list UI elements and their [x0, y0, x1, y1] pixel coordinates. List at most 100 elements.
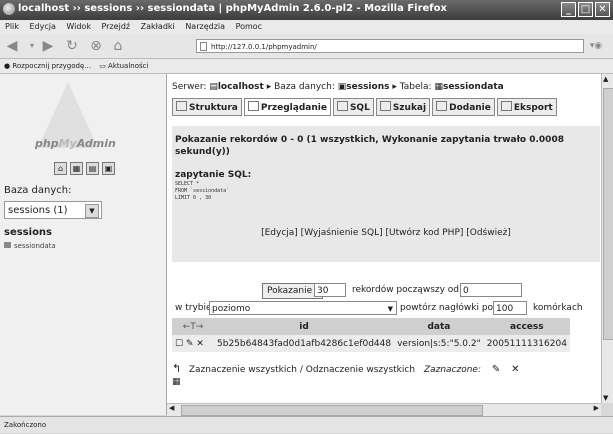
tab-browse[interactable]: Przeglądanie [243, 98, 331, 116]
edit-selected-icon[interactable]: ✎ [492, 364, 500, 375]
scroll-right-icon[interactable]: ▶ [594, 404, 599, 412]
tab-insert[interactable]: Dodanie [432, 98, 495, 116]
cell-data: version|s:5:"5.0.2" [394, 335, 484, 352]
database-name[interactable]: sessions [4, 227, 52, 238]
status-bar: Zakończono [0, 416, 613, 433]
server-icon: ▤ [209, 82, 218, 92]
scroll-down-icon[interactable]: ▼ [603, 394, 608, 402]
maximize-button[interactable]: □ [578, 2, 593, 17]
sql-query-text: SELECT * FROM `sessiondata` LIMIT 0 , 30 [175, 181, 230, 201]
bookmarks-toolbar: ● Rozpocznij przygodę... ▭ Aktualności [0, 59, 613, 74]
breadcrumb-database[interactable]: sessions [346, 82, 389, 92]
bookmark-getting-started[interactable]: ● Rozpocznij przygodę... [4, 62, 91, 70]
horizontal-scroll-thumb[interactable] [181, 405, 483, 416]
repeat-headers-input[interactable]: 100 [493, 301, 527, 315]
select-all-link[interactable]: Zaznaczenie wszystkich [189, 365, 297, 375]
rows-message: Pokazanie rekordów 0 - 0 (1 wszystkich, … [175, 135, 564, 157]
delete-icon[interactable]: ✕ [196, 339, 204, 349]
deselect-all-link[interactable]: Odznaczenie wszystkich [306, 365, 415, 375]
export-selected-icon[interactable]: ▦ [172, 377, 520, 387]
breadcrumb-table[interactable]: sessiondata [443, 82, 504, 92]
start-row-input[interactable]: 0 [460, 283, 522, 297]
chevron-right-icon: ▸ [392, 82, 397, 92]
home-icon[interactable]: ⌂ [54, 162, 67, 175]
tab-export[interactable]: Eksport [496, 98, 557, 116]
with-selected-label: Zaznaczone: [423, 365, 481, 375]
firefox-icon [3, 3, 15, 15]
forward-icon[interactable]: ▶ [40, 38, 56, 54]
arrow-up-icon: ↰ [172, 362, 182, 375]
back-icon[interactable]: ◀ [4, 38, 20, 54]
export-icon [500, 101, 512, 111]
query-action-links[interactable]: [Edycja] [Wyjaśnienie SQL] [Utwórz kod P… [172, 228, 600, 238]
close-button[interactable]: ✕ [595, 2, 610, 17]
docs-icon[interactable]: ▤ [86, 162, 99, 175]
menu-file[interactable]: Plik [5, 22, 19, 31]
reload-icon[interactable]: ↻ [64, 38, 80, 54]
row-checkbox[interactable]: ☐ [175, 339, 183, 349]
home-icon[interactable]: ⌂ [110, 38, 126, 54]
cell-access: 20051111316204 [483, 335, 570, 352]
chevron-down-icon[interactable]: ▼ [85, 204, 99, 218]
column-nav-arrows[interactable]: ←T→ [172, 318, 214, 335]
minimize-button[interactable]: _ [561, 2, 576, 17]
mode-select[interactable]: poziomo ▼ [209, 301, 397, 315]
status-text: Zakończono [4, 421, 47, 429]
sidebar-table-link[interactable]: sessiondata [4, 242, 56, 250]
window-title: localhost ›› sessions ›› sessiondata | p… [18, 3, 447, 14]
structure-icon [176, 101, 187, 111]
query-window-icon[interactable]: ▦ [70, 162, 83, 175]
row-actions: ☐ ✎ ✕ [172, 335, 214, 352]
menu-bar: Plik Edycja Widok Przejdź Zakładki Narzę… [0, 20, 613, 34]
go-icon[interactable]: ▾◉ [588, 38, 604, 54]
menu-bookmarks[interactable]: Zakładki [141, 22, 175, 31]
menu-help[interactable]: Pomoc [236, 22, 263, 31]
breadcrumb: Serwer: ▤localhost ▸ Baza danych: ▣sessi… [172, 82, 504, 92]
sql-icon [336, 101, 348, 111]
tab-search[interactable]: Szukaj [375, 98, 431, 116]
menu-edit[interactable]: Edycja [29, 22, 55, 31]
url-input[interactable]: http://127.0.0.1/phpmyadmin/ [196, 39, 584, 53]
column-header-id[interactable]: id [214, 318, 395, 335]
column-header-access[interactable]: access [483, 318, 570, 335]
delete-selected-icon[interactable]: ✕ [511, 364, 519, 375]
insert-icon [436, 101, 448, 111]
back-dropdown-icon[interactable]: ▾ [24, 38, 40, 54]
page-icon [200, 42, 207, 51]
window-title-bar: localhost ›› sessions ›› sessiondata | p… [0, 0, 613, 20]
vertical-scrollbar[interactable]: ▲ ▼ [601, 74, 613, 403]
tab-bar: Struktura Przeglądanie SQL Szukaj Dodani… [172, 98, 557, 116]
url-text: http://127.0.0.1/phpmyadmin/ [211, 43, 317, 51]
phpmyadmin-logo[interactable]: phpMyAdmin [35, 137, 116, 150]
scroll-up-icon[interactable]: ▲ [603, 75, 608, 83]
main-content: Serwer: ▤localhost ▸ Baza danych: ▣sessi… [167, 74, 601, 403]
mode-label: w trybie [175, 303, 212, 313]
horizontal-scrollbar[interactable]: ◀ ▶ [167, 403, 601, 416]
cells-label: komórkach [533, 303, 583, 313]
edit-icon[interactable]: ✎ [186, 339, 194, 349]
table-header-row: ←T→ id data access [172, 318, 570, 335]
tab-structure[interactable]: Struktura [172, 98, 242, 116]
menu-go[interactable]: Przejdź [102, 22, 131, 31]
database-icon: ▣ [337, 82, 347, 92]
column-header-data[interactable]: data [394, 318, 484, 335]
scroll-left-icon[interactable]: ◀ [169, 404, 174, 412]
sql-query-label: zapytanie SQL: [175, 170, 252, 180]
repeat-headers-label: powtórz nagłówki po [400, 303, 494, 313]
chevron-down-icon: ▼ [387, 305, 393, 313]
stop-icon[interactable]: ⊗ [88, 38, 104, 54]
bookmark-news[interactable]: ▭ Aktualności [99, 62, 148, 70]
table-row: ☐ ✎ ✕ 5b25b64843fad0d1afb4286c1ef0d448 v… [172, 335, 570, 352]
sql-docs-icon[interactable]: ▣ [102, 162, 115, 175]
rows-count-input[interactable]: 30 [314, 283, 346, 297]
left-navigation-panel: phpMyAdmin ⌂ ▦ ▤ ▣ Baza danych: sessions… [0, 74, 167, 415]
tab-sql[interactable]: SQL [332, 98, 374, 116]
search-icon [379, 101, 391, 111]
menu-view[interactable]: Widok [66, 22, 91, 31]
database-select[interactable]: sessions (1) ▼ [4, 201, 102, 219]
records-from-label: rekordów począwszy od [352, 285, 460, 295]
menu-tools[interactable]: Narzędzia [185, 22, 225, 31]
breadcrumb-server[interactable]: localhost [218, 82, 264, 92]
vertical-scroll-thumb[interactable] [603, 88, 613, 340]
table-icon [4, 242, 11, 248]
